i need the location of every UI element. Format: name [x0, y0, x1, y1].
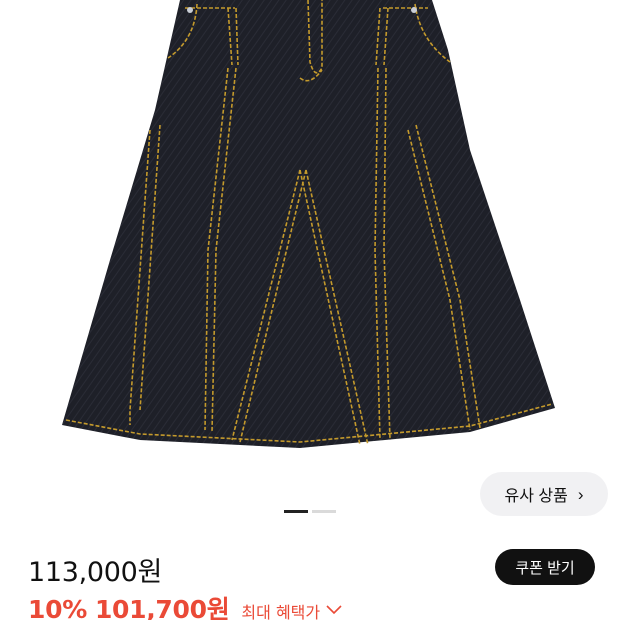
product-image[interactable]	[0, 0, 620, 500]
chevron-right-icon: ›	[577, 484, 584, 504]
page-indicator-dot	[312, 510, 336, 513]
original-price: 113,000원	[28, 557, 163, 588]
max-benefit-toggle[interactable]: 최대 혜택가	[241, 599, 342, 620]
image-page-indicator	[284, 510, 336, 513]
max-benefit-label: 최대 혜택가	[241, 603, 321, 620]
similar-products-button[interactable]: 유사 상품 ›	[480, 472, 608, 516]
discount-rate: 10%	[28, 595, 87, 620]
denim-skirt-illustration	[62, 0, 555, 448]
sale-price-row: 10% 101,700원 최대 혜택가	[28, 590, 342, 620]
similar-products-label: 유사 상품	[504, 488, 568, 505]
chevron-down-icon	[326, 605, 342, 615]
page-indicator-dot-active	[284, 510, 308, 513]
sale-price: 101,700원	[94, 595, 230, 620]
coupon-button[interactable]: 쿠폰 받기	[495, 549, 595, 585]
